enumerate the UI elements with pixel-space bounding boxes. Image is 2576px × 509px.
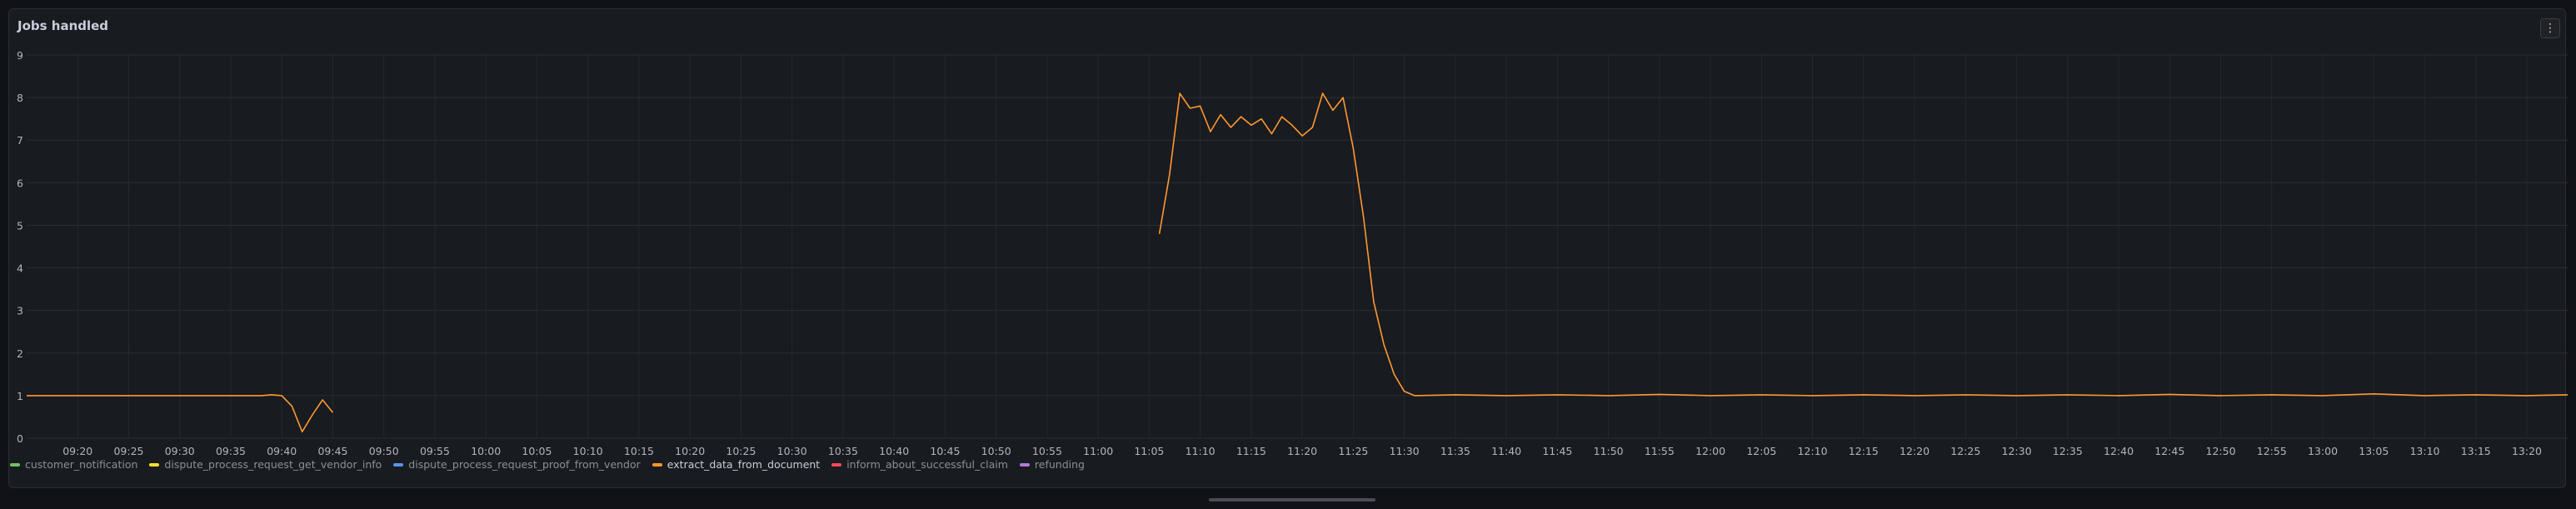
legend: customer_notification dispute_process_req… xyxy=(10,458,1085,471)
x-tick-label: 10:50 xyxy=(981,445,1011,457)
x-tick-label: 10:00 xyxy=(471,445,501,457)
y-tick-label: 5 xyxy=(17,219,23,232)
y-tick-label: 0 xyxy=(17,432,23,445)
x-tick-label: 09:25 xyxy=(113,445,143,457)
legend-item[interactable]: dispute_process_request_proof_from_vendo… xyxy=(393,458,641,471)
x-tick-label: 10:25 xyxy=(726,445,756,457)
x-tick-label: 11:25 xyxy=(1338,445,1368,457)
x-tick-label: 11:50 xyxy=(1594,445,1624,457)
legend-item[interactable]: extract_data_from_document xyxy=(651,458,821,471)
x-tick-label: 12:40 xyxy=(2104,445,2134,457)
x-tick-label: 13:05 xyxy=(2359,445,2389,457)
x-tick-label: 11:05 xyxy=(1134,445,1164,457)
x-tick-label: 09:40 xyxy=(267,445,297,457)
x-tick-label: 09:55 xyxy=(420,445,450,457)
x-tick-label: 12:10 xyxy=(1798,445,1828,457)
x-tick-label: 12:35 xyxy=(2053,445,2083,457)
x-tick-label: 11:00 xyxy=(1083,445,1113,457)
x-tick-label: 10:40 xyxy=(879,445,909,457)
chart-svg: 0 1 2 3 4 5 6 7 8 9 09:20 09:25 09:30 09:35 09:40 09:45… xyxy=(17,49,2569,457)
x-tick-label: 13:10 xyxy=(2409,445,2439,457)
legend-label: dispute_process_request_get_vendor_info xyxy=(164,458,382,471)
legend-item[interactable]: refunding xyxy=(1019,458,1085,471)
legend-item[interactable]: customer_notification xyxy=(10,458,137,471)
y-tick-label: 4 xyxy=(17,262,23,275)
x-tick-label: 11:10 xyxy=(1186,445,1216,457)
x-tick-label: 09:45 xyxy=(317,445,347,457)
legend-label: extract_data_from_document xyxy=(666,458,821,471)
x-tick-label: 12:15 xyxy=(1849,445,1879,457)
y-tick-label: 2 xyxy=(17,347,23,360)
x-tick-label: 10:30 xyxy=(777,445,807,457)
legend-label: dispute_process_request_proof_from_vendo… xyxy=(408,458,641,471)
legend-swatch xyxy=(149,462,160,467)
x-tick-label: 10:20 xyxy=(675,445,705,457)
legend-swatch xyxy=(831,462,842,467)
x-tick-label: 12:55 xyxy=(2257,445,2287,457)
x-tick-label: 11:20 xyxy=(1287,445,1317,457)
x-tick-label: 12:30 xyxy=(2002,445,2032,457)
legend-swatch xyxy=(393,462,404,467)
legend-swatch xyxy=(1019,462,1030,467)
x-tick-label: 12:25 xyxy=(1950,445,1980,457)
x-tick-label: 09:20 xyxy=(62,445,92,457)
legend-item[interactable]: dispute_process_request_get_vendor_info xyxy=(149,458,382,471)
y-tick-label: 7 xyxy=(17,134,23,147)
legend-label: inform_about_successful_claim xyxy=(846,458,1008,471)
x-tick-label: 12:45 xyxy=(2154,445,2184,457)
y-tick-label: 8 xyxy=(17,92,23,104)
legend-swatch xyxy=(651,462,662,467)
x-tick-label: 10:55 xyxy=(1032,445,1062,457)
legend-item[interactable]: inform_about_successful_claim xyxy=(831,458,1008,471)
x-tick-label: 10:45 xyxy=(930,445,960,457)
legend-label: customer_notification xyxy=(25,458,138,471)
x-tick-label: 10:35 xyxy=(828,445,858,457)
x-tick-label: 12:20 xyxy=(1900,445,1930,457)
x-tick-label: 13:00 xyxy=(2308,445,2338,457)
x-tick-label: 10:10 xyxy=(573,445,603,457)
legend-swatch xyxy=(10,462,20,467)
x-tick-label: 11:55 xyxy=(1645,445,1675,457)
x-tick-label: 13:20 xyxy=(2512,445,2542,457)
x-tick-label: 12:05 xyxy=(1746,445,1776,457)
y-tick-label: 6 xyxy=(17,177,23,189)
x-tick-label: 09:50 xyxy=(369,445,399,457)
y-tick-label: 9 xyxy=(17,49,23,62)
x-tick-label: 11:40 xyxy=(1491,445,1521,457)
x-tick-label: 11:15 xyxy=(1236,445,1266,457)
x-tick-label: 09:30 xyxy=(165,445,195,457)
x-tick-label: 12:00 xyxy=(1695,445,1725,457)
x-tick-label: 09:35 xyxy=(216,445,246,457)
x-tick-label: 10:05 xyxy=(522,445,552,457)
y-tick-label: 1 xyxy=(17,390,23,402)
x-tick-label: 11:30 xyxy=(1390,445,1420,457)
x-tick-label: 13:15 xyxy=(2461,445,2491,457)
x-tick-label: 12:50 xyxy=(2206,445,2236,457)
legend-label: refunding xyxy=(1034,458,1085,471)
x-tick-label: 11:45 xyxy=(1542,445,1572,457)
x-tick-label: 10:15 xyxy=(624,445,654,457)
y-tick-label: 3 xyxy=(17,305,23,317)
x-tick-label: 11:35 xyxy=(1440,445,1470,457)
